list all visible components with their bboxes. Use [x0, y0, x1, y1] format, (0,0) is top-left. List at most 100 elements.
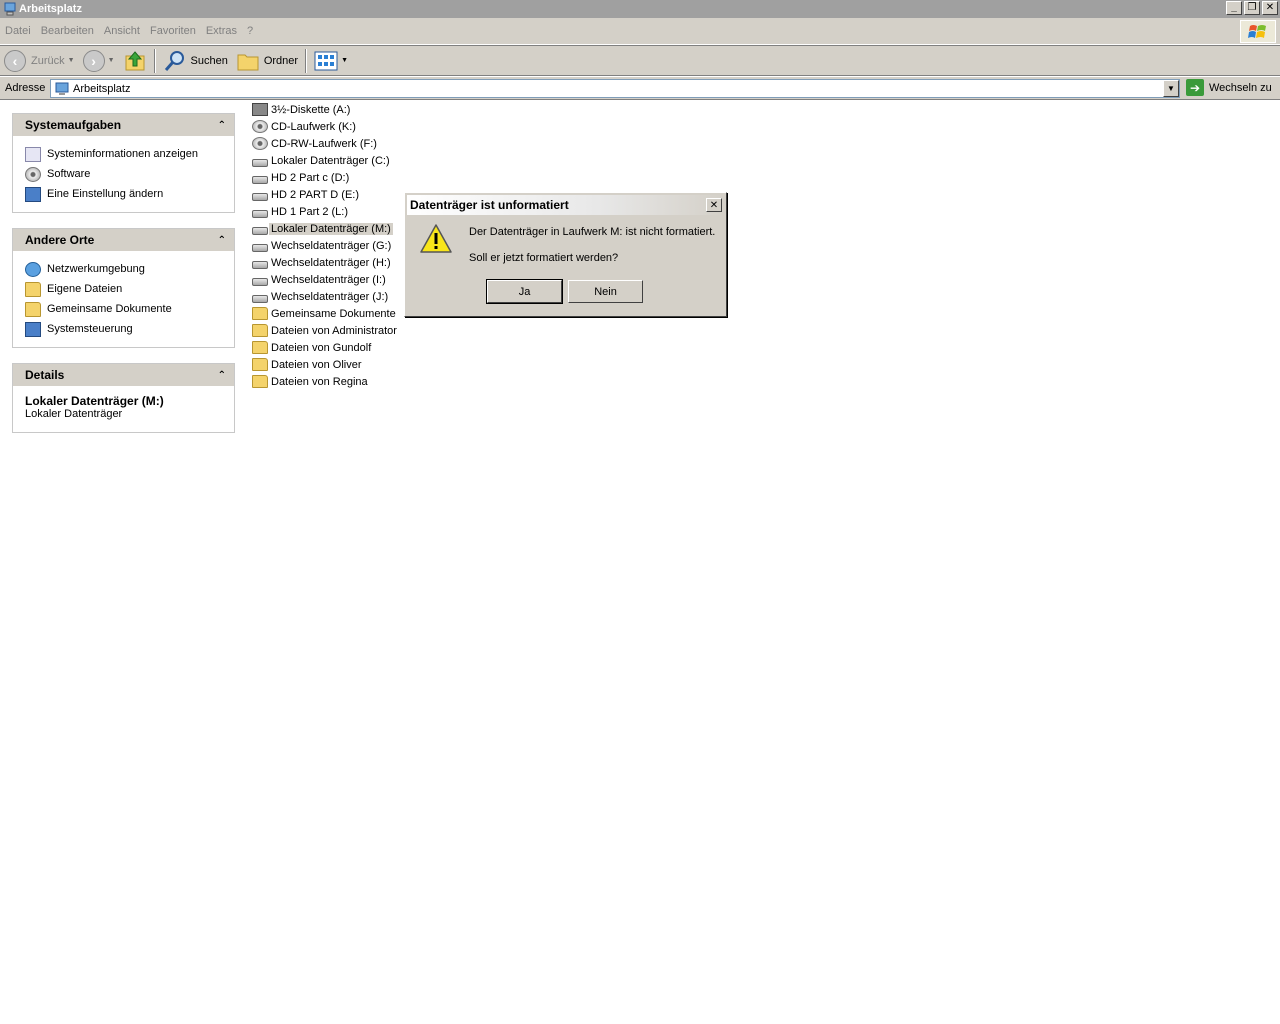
task-system-info-label: Systeminformationen anzeigen [47, 148, 199, 160]
system-tasks-title: Systemaufgaben [25, 118, 122, 132]
windows-logo-icon [1240, 20, 1276, 43]
file-item[interactable]: Gemeinsame Dokumente [252, 305, 398, 322]
file-item-label: HD 1 Part 2 (L:) [271, 205, 349, 218]
file-item[interactable]: HD 2 PART D (E:) [252, 186, 361, 203]
task-change-setting[interactable]: Eine Einstellung ändern [23, 184, 224, 204]
file-item-label: Dateien von Oliver [271, 358, 362, 371]
address-input[interactable]: Arbeitsplatz ▼ [50, 79, 1180, 98]
file-item[interactable]: Wechseldatenträger (H:) [252, 254, 393, 271]
hard-drive-icon [252, 226, 268, 235]
file-item[interactable]: Dateien von Oliver [252, 356, 364, 373]
other-places-pane: Andere Orte ⌃ Netzwerkumgebung Eigene Da… [12, 228, 235, 348]
menu-favoriten[interactable]: Favoriten [145, 25, 201, 37]
forward-button[interactable]: › ▼ [79, 47, 119, 74]
search-button[interactable]: Suchen [159, 47, 232, 74]
search-icon [164, 50, 184, 71]
menu-bearbeiten[interactable]: Bearbeiten [36, 25, 99, 37]
address-value: Arbeitsplatz [73, 82, 131, 95]
minimize-button[interactable]: _ [1226, 1, 1242, 15]
up-button[interactable] [119, 47, 151, 74]
place-shared-documents[interactable]: Gemeinsame Dokumente [23, 299, 224, 319]
task-system-info[interactable]: Systeminformationen anzeigen [23, 144, 224, 164]
file-item[interactable]: Wechseldatenträger (G:) [252, 237, 393, 254]
file-item[interactable]: 3½-Diskette (A:) [252, 101, 352, 118]
collapse-icon[interactable]: ⌃ [218, 120, 226, 131]
removable-drive-icon [252, 243, 268, 252]
yes-button[interactable]: Ja [486, 279, 563, 304]
no-button[interactable]: Nein [568, 280, 643, 303]
file-item-label: Gemeinsame Dokumente [271, 307, 396, 320]
close-button[interactable]: ✕ [1262, 1, 1278, 15]
go-arrow-icon: ➔ [1186, 79, 1204, 96]
hard-drive-icon [252, 209, 268, 218]
file-item-label: CD-RW-Laufwerk (F:) [271, 137, 377, 150]
place-my-documents-label: Eigene Dateien [47, 283, 123, 295]
file-item-label: Wechseldatenträger (I:) [271, 273, 386, 286]
file-item[interactable]: Dateien von Administrator [252, 322, 399, 339]
file-item-label: Lokaler Datenträger (M:) [269, 222, 393, 235]
file-item-label: Dateien von Gundolf [271, 341, 372, 354]
address-bar: Adresse Arbeitsplatz ▼ ➔ Wechseln zu [0, 77, 1280, 100]
file-item-label: Wechseldatenträger (H:) [271, 256, 391, 269]
place-network-label: Netzwerkumgebung [47, 263, 145, 275]
chevron-down-icon[interactable]: ▼ [68, 57, 75, 64]
system-tasks-header[interactable]: Systemaufgaben ⌃ [13, 114, 234, 136]
place-network[interactable]: Netzwerkumgebung [23, 259, 224, 279]
go-label: Wechseln zu [1209, 81, 1272, 94]
folders-button[interactable]: Ordner [232, 47, 302, 74]
file-item-label: HD 2 PART D (E:) [271, 188, 360, 201]
dialog-title: Datenträger ist unformatiert [410, 198, 569, 212]
network-icon [25, 261, 41, 277]
file-item[interactable]: HD 1 Part 2 (L:) [252, 203, 350, 220]
dialog-message: Der Datenträger in Laufwerk M: ist nicht… [469, 226, 716, 238]
folder-icon [252, 375, 268, 388]
file-item[interactable]: Dateien von Gundolf [252, 339, 373, 356]
collapse-icon[interactable]: ⌃ [218, 370, 226, 381]
other-places-header[interactable]: Andere Orte ⌃ [13, 229, 234, 251]
chevron-down-icon[interactable]: ▼ [341, 57, 348, 64]
other-places-title: Andere Orte [25, 233, 95, 247]
floppy-icon [252, 103, 268, 116]
collapse-icon[interactable]: ⌃ [218, 235, 226, 246]
file-item[interactable]: Wechseldatenträger (J:) [252, 288, 390, 305]
file-item[interactable]: Lokaler Datenträger (C:) [252, 152, 392, 169]
removable-drive-icon [252, 294, 268, 303]
menu-extras[interactable]: Extras [201, 25, 242, 37]
menu-datei[interactable]: Datei [0, 25, 36, 37]
details-pane: Details ⌃ Lokaler Datenträger (M:) Lokal… [12, 363, 235, 433]
system-tasks-pane: Systemaufgaben ⌃ Systeminformationen anz… [12, 113, 235, 213]
control-panel-icon [25, 321, 41, 337]
forward-arrow-icon: › [82, 49, 105, 72]
details-header[interactable]: Details ⌃ [13, 364, 234, 386]
file-item[interactable]: CD-RW-Laufwerk (F:) [252, 135, 379, 152]
folder-icon [252, 307, 268, 320]
dialog-title-bar: Datenträger ist unformatiert ✕ [407, 195, 724, 215]
menu-ansicht[interactable]: Ansicht [99, 25, 145, 37]
file-item[interactable]: CD-Laufwerk (K:) [252, 118, 358, 135]
system-info-icon [25, 146, 41, 162]
file-item[interactable]: HD 2 Part c (D:) [252, 169, 351, 186]
address-dropdown-button[interactable]: ▼ [1163, 80, 1179, 97]
back-button[interactable]: ‹ Zurück ▼ [0, 47, 79, 74]
place-control-panel-label: Systemsteuerung [47, 323, 133, 335]
task-software[interactable]: Software [23, 164, 224, 184]
removable-drive-icon [252, 277, 268, 286]
dialog-close-button[interactable]: ✕ [706, 198, 722, 212]
place-control-panel[interactable]: Systemsteuerung [23, 319, 224, 339]
restore-button[interactable]: ❐ [1244, 1, 1260, 15]
cd-drive-icon [252, 137, 268, 150]
dialog-question: Soll er jetzt formatiert werden? [469, 252, 619, 264]
go-button[interactable]: ➔ Wechseln zu [1186, 79, 1272, 96]
views-button[interactable]: ▼ [310, 47, 352, 74]
my-computer-icon [4, 2, 16, 16]
software-icon [25, 166, 41, 182]
file-item-label: Wechseldatenträger (J:) [271, 290, 389, 303]
place-my-documents[interactable]: Eigene Dateien [23, 279, 224, 299]
menu-help[interactable]: ? [242, 25, 258, 37]
file-item[interactable]: Dateien von Regina [252, 373, 370, 390]
file-item[interactable]: Wechseldatenträger (I:) [252, 271, 388, 288]
chevron-down-icon[interactable]: ▼ [108, 57, 115, 64]
file-item[interactable]: Lokaler Datenträger (M:) [252, 220, 393, 237]
file-item-label: 3½-Diskette (A:) [271, 103, 351, 116]
details-item-type: Lokaler Datenträger [25, 408, 123, 420]
